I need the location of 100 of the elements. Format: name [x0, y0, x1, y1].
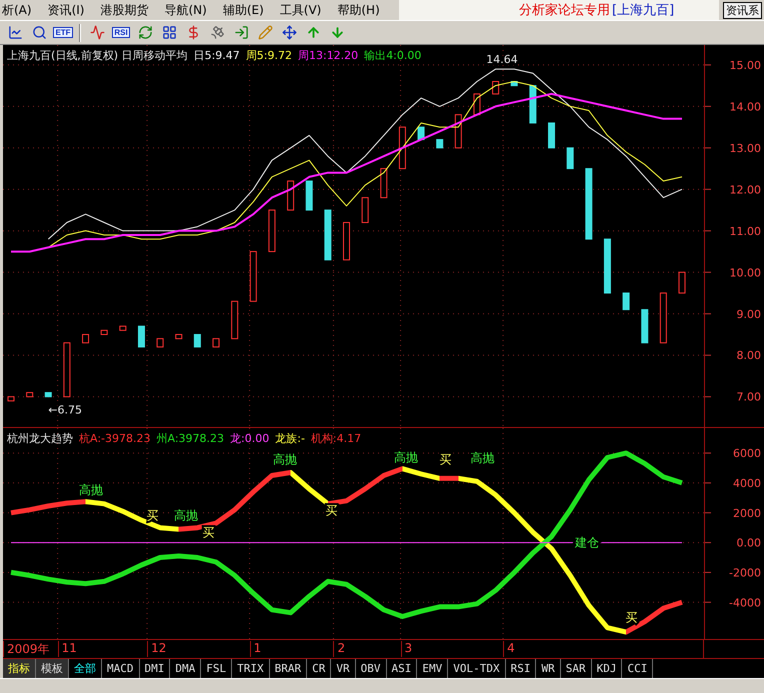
candlestick — [604, 238, 611, 294]
candlestick — [306, 180, 313, 211]
candlestick — [454, 114, 462, 148]
candlestick — [510, 81, 518, 86]
date-label: 1 — [250, 641, 262, 657]
candlestick — [380, 168, 388, 198]
signal-label: 买 — [146, 508, 159, 522]
candlestick — [268, 210, 276, 252]
news-button[interactable]: 资讯系 — [723, 2, 762, 18]
candlestick — [194, 334, 201, 348]
candlestick — [100, 330, 108, 335]
axis-tick-label: 14.00 — [730, 100, 761, 114]
axis-tick-label: -2000 — [729, 566, 761, 580]
enter-icon — [234, 25, 248, 40]
banner-text: [上海九百] — [612, 2, 674, 19]
search-icon — [32, 25, 46, 40]
indicator-tab[interactable]: 模板 — [36, 659, 69, 678]
menu-item[interactable]: 析(A) — [0, 2, 40, 18]
candlestick — [44, 392, 52, 398]
signal-label: 高抛 — [394, 450, 418, 464]
candlestick — [660, 292, 667, 344]
axis-tick-label: 9.00 — [736, 308, 761, 321]
candlestick — [343, 222, 350, 260]
candlestick — [473, 93, 480, 116]
date-label: 4 — [503, 641, 515, 657]
price-label: 14.64 — [486, 52, 518, 66]
legend-text: 机构:4.17 — [310, 431, 362, 446]
menu-item[interactable]: 资讯(I) — [46, 2, 92, 18]
legend-text: 龙:0.00 — [230, 431, 270, 446]
axis-tick-label: 11.00 — [730, 224, 761, 238]
candlestick — [529, 85, 536, 124]
candlestick — [398, 126, 406, 170]
axis-tick-label: 4000 — [733, 476, 761, 490]
candlestick — [566, 147, 574, 170]
refresh-icon — [138, 25, 152, 40]
signal-label: 高抛 — [470, 451, 495, 466]
grid-icon — [162, 25, 176, 40]
candlestick — [678, 272, 686, 294]
menu-item[interactable]: 导航(N) — [162, 2, 215, 18]
legend-text: 州A:3978.23 — [156, 431, 224, 446]
satellite-icon — [210, 25, 224, 40]
toolbar-button[interactable]: RSI — [110, 22, 132, 42]
date-label: 11 — [58, 641, 77, 657]
axis-tick-label: 12.00 — [730, 183, 761, 196]
menu-item[interactable]: 港股期货 — [98, 2, 156, 18]
candlestick — [26, 392, 34, 398]
candlestick — [585, 168, 592, 240]
candlestick — [548, 122, 556, 148]
menu-item[interactable]: 帮助(H) — [335, 2, 388, 18]
signal-label: 高抛 — [79, 483, 104, 498]
signal-label: 高抛 — [273, 452, 297, 467]
candlestick — [156, 338, 164, 348]
signal-label: 买 — [626, 610, 638, 625]
chart-title: 上海九百(日线,前复权) 日周移动平均 — [7, 48, 188, 63]
candlestick — [492, 81, 500, 94]
legend-text: 龙族:- — [275, 431, 305, 446]
axis-tick-label: 7.00 — [736, 390, 761, 404]
wave-icon — [90, 25, 104, 40]
candlestick — [362, 197, 369, 224]
date-label: 2009年 — [3, 641, 50, 657]
candlestick — [436, 139, 444, 148]
chart-title: 杭州龙大趋势 — [7, 431, 73, 446]
axis-tick-label: 8.00 — [736, 349, 761, 362]
axis-tick-label: 6000 — [733, 447, 761, 460]
candlestick — [175, 334, 182, 340]
legend-text: 输出4:0.00 — [364, 48, 422, 63]
candlestick — [231, 300, 238, 340]
legend-text: 日5:9.47 — [194, 48, 240, 63]
candlestick — [138, 326, 145, 348]
candlestick — [119, 326, 126, 331]
candlestick — [324, 210, 332, 260]
candlestick — [82, 334, 90, 344]
axis-tick-label: -4000 — [729, 596, 761, 610]
candlestick — [63, 342, 70, 398]
candlestick — [8, 396, 14, 402]
candlestick — [641, 309, 648, 344]
candlestick — [212, 338, 220, 348]
move-icon — [282, 25, 296, 40]
pencil-icon — [258, 25, 272, 40]
banner-text: 分析家论坛专用 — [519, 2, 610, 19]
axis-tick-label: 13.00 — [730, 142, 761, 155]
date-label: 12 — [147, 641, 166, 657]
line-chart-icon — [8, 25, 22, 40]
candlestick — [250, 251, 257, 302]
candlestick — [622, 292, 630, 310]
menu-item[interactable]: 工具(V) — [278, 2, 330, 18]
candlestick — [287, 180, 294, 211]
indicator-tab[interactable]: 指标 — [3, 659, 36, 678]
date-label: 2 — [333, 641, 346, 657]
arrow-down-icon — [330, 25, 344, 40]
axis-tick-label: 15.00 — [730, 58, 761, 72]
legend-text: 周5:9.72 — [246, 48, 292, 63]
menu-item[interactable]: 辅助(E) — [220, 2, 272, 18]
legend-text: 杭A:-3978.23 — [79, 431, 150, 446]
signal-label: 买 — [202, 526, 215, 540]
axis-tick-label: 0.00 — [736, 536, 761, 550]
date-label: 3 — [400, 641, 412, 657]
legend-text: 周13:12.20 — [298, 48, 358, 63]
signal-label: 买 — [326, 503, 338, 518]
axis-tick-label: 2000 — [733, 506, 761, 520]
